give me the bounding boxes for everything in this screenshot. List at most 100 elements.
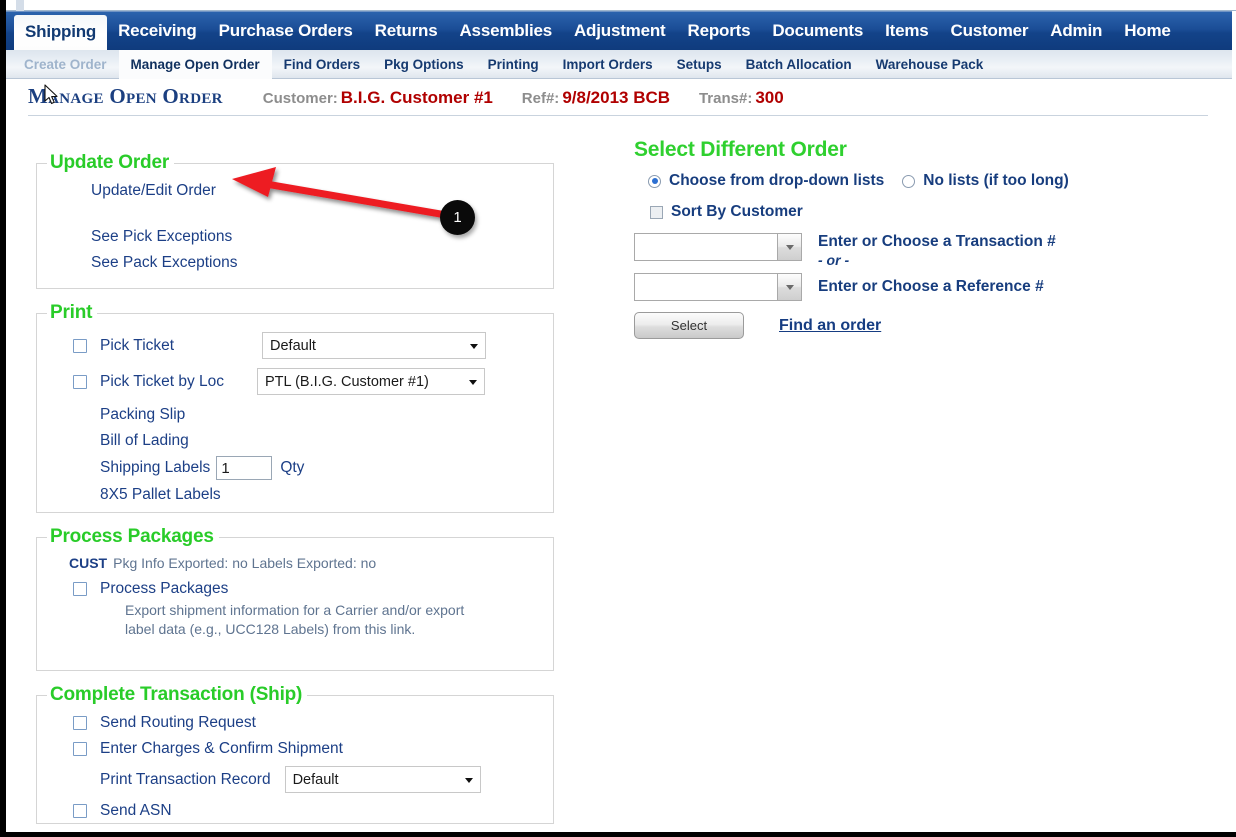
order-meta: Customer: B.I.G. Customer #1 Ref#: 9/8/201… bbox=[263, 88, 784, 108]
print-legend: Print bbox=[50, 302, 93, 323]
nav-item-shipping[interactable]: Shipping bbox=[14, 15, 108, 50]
sub-navigation: Create Order Manage Open Order Find Orde… bbox=[6, 49, 1232, 79]
trans-value: 300 bbox=[755, 88, 784, 107]
select-pick-ticket-loc-format[interactable]: PTL (B.I.G. Customer #1) bbox=[257, 368, 485, 395]
nav-item-admin[interactable]: Admin bbox=[1039, 15, 1113, 50]
label-or-separator: - or - bbox=[818, 252, 850, 268]
link-see-pick-exceptions[interactable]: See Pick Exceptions bbox=[91, 228, 543, 246]
label-process-packages[interactable]: Process Packages bbox=[100, 580, 228, 598]
input-shipping-labels-qty[interactable]: 1 bbox=[216, 456, 273, 480]
checkbox-send-asn[interactable] bbox=[73, 804, 87, 818]
checkbox-process-packages[interactable] bbox=[73, 582, 87, 596]
complete-transaction-legend: Complete Transaction (Ship) bbox=[50, 684, 303, 705]
chevron-down-icon bbox=[785, 284, 794, 290]
select-different-order-section: Select Different Order Choose from drop-… bbox=[634, 138, 1114, 339]
checkbox-sort-by-customer[interactable] bbox=[650, 205, 663, 219]
trans-label: Trans#: bbox=[698, 90, 753, 107]
nav-item-documents[interactable]: Documents bbox=[761, 15, 874, 50]
checkbox-send-routing-request[interactable] bbox=[73, 716, 87, 730]
nav-item-items[interactable]: Items bbox=[874, 15, 939, 50]
select-order-heading: Select Different Order bbox=[634, 138, 847, 161]
select-pick-ticket-format-value: Default bbox=[270, 337, 316, 354]
customer-value: B.I.G. Customer #1 bbox=[340, 88, 493, 107]
select-button[interactable]: Select bbox=[634, 312, 744, 339]
link-pallet-labels[interactable]: 8X5 Pallet Labels bbox=[100, 486, 543, 504]
link-update-edit-order[interactable]: Update/Edit Order bbox=[91, 182, 543, 200]
label-choose-from-dropdown[interactable]: Choose from drop-down lists bbox=[669, 172, 884, 190]
nav-item-reports[interactable]: Reports bbox=[677, 15, 762, 50]
window-left-edge bbox=[0, 0, 6, 837]
ref-value: 9/8/2013 BCB bbox=[562, 88, 671, 107]
link-shipping-labels[interactable]: Shipping Labels bbox=[100, 459, 210, 477]
nav-item-home[interactable]: Home bbox=[1113, 15, 1181, 50]
link-see-pack-exceptions[interactable]: See Pack Exceptions bbox=[91, 254, 543, 272]
checkbox-pick-ticket[interactable] bbox=[73, 338, 87, 353]
nav-item-adjustment[interactable]: Adjustment bbox=[563, 15, 677, 50]
browser-top-strip bbox=[6, 0, 1236, 11]
window-bottom-edge bbox=[0, 832, 1236, 837]
select-transaction-record-format[interactable]: Default bbox=[284, 766, 481, 793]
label-pick-ticket[interactable]: Pick Ticket bbox=[100, 337, 260, 355]
nav-item-assemblies[interactable]: Assemblies bbox=[448, 15, 563, 50]
chevron-down-icon bbox=[464, 777, 473, 783]
combo-transaction-dropdown-button[interactable] bbox=[777, 233, 802, 261]
complete-transaction-panel: Complete Transaction (Ship) Send Routing… bbox=[36, 684, 554, 824]
app-screen: Shipping Receiving Purchase Orders Retur… bbox=[0, 0, 1236, 837]
checkbox-enter-charges[interactable] bbox=[73, 742, 87, 756]
subnav-item-manage-open-order[interactable]: Manage Open Order bbox=[118, 49, 272, 79]
nav-item-returns[interactable]: Returns bbox=[364, 15, 449, 50]
input-reference-number[interactable] bbox=[634, 273, 777, 301]
chevron-down-icon bbox=[470, 343, 478, 349]
page-header: Manage Open Order Customer: B.I.G. Custom… bbox=[28, 84, 1208, 116]
update-order-panel: Update Order Update/Edit Order See Pick … bbox=[36, 152, 554, 289]
subnav-item-warehouse-pack[interactable]: Warehouse Pack bbox=[864, 50, 996, 79]
cust-tag: CUST bbox=[69, 555, 108, 571]
main-navigation: Shipping Receiving Purchase Orders Retur… bbox=[6, 11, 1232, 50]
subnav-item-find-orders[interactable]: Find Orders bbox=[272, 50, 373, 79]
combo-reference-dropdown-button[interactable] bbox=[777, 273, 802, 301]
annotation-badge-1: 1 bbox=[440, 200, 475, 235]
label-enter-transaction: Enter or Choose a Transaction # bbox=[818, 233, 1056, 250]
package-export-status: Pkg Info Exported: no Labels Exported: n… bbox=[113, 555, 377, 571]
label-pick-ticket-by-loc[interactable]: Pick Ticket by Loc bbox=[100, 373, 257, 391]
label-no-lists[interactable]: No lists (if too long) bbox=[923, 172, 1069, 190]
label-sort-by-customer[interactable]: Sort By Customer bbox=[671, 203, 803, 221]
chevron-down-icon bbox=[469, 379, 477, 385]
process-packages-panel: Process Packages CUST Pkg Info Exported:… bbox=[36, 526, 554, 671]
link-find-an-order[interactable]: Find an order bbox=[779, 317, 881, 335]
subnav-item-pkg-options[interactable]: Pkg Options bbox=[372, 50, 476, 79]
label-qty: Qty bbox=[280, 459, 305, 476]
subnav-item-setups[interactable]: Setups bbox=[665, 50, 734, 79]
nav-item-customer[interactable]: Customer bbox=[940, 15, 1040, 50]
nav-item-receiving[interactable]: Receiving bbox=[107, 15, 208, 50]
radio-choose-from-dropdown[interactable] bbox=[648, 174, 661, 188]
mouse-cursor-icon bbox=[44, 84, 58, 105]
select-transaction-record-format-value: Default bbox=[292, 771, 339, 788]
subnav-item-create-order[interactable]: Create Order bbox=[12, 50, 119, 79]
left-column: Update Order Update/Edit Order See Pick … bbox=[36, 152, 554, 837]
combo-transaction-number[interactable] bbox=[634, 233, 802, 261]
ref-label: Ref#: bbox=[521, 90, 560, 107]
process-packages-legend: Process Packages bbox=[50, 526, 214, 547]
customer-label: Customer: bbox=[262, 90, 338, 107]
select-pick-ticket-loc-format-value: PTL (B.I.G. Customer #1) bbox=[265, 373, 429, 390]
checkbox-pick-ticket-by-loc[interactable] bbox=[73, 374, 87, 389]
process-packages-description: Export shipment information for a Carrie… bbox=[125, 602, 465, 637]
nav-item-purchase-orders[interactable]: Purchase Orders bbox=[208, 15, 364, 50]
combo-reference-number[interactable] bbox=[634, 273, 802, 301]
select-pick-ticket-format[interactable]: Default bbox=[262, 332, 486, 359]
link-packing-slip[interactable]: Packing Slip bbox=[100, 406, 543, 424]
update-order-legend: Update Order bbox=[50, 152, 170, 173]
subnav-item-printing[interactable]: Printing bbox=[476, 50, 551, 79]
radio-no-lists[interactable] bbox=[902, 174, 916, 188]
label-enter-reference: Enter or Choose a Reference # bbox=[818, 278, 1044, 295]
input-transaction-number[interactable] bbox=[634, 233, 777, 261]
label-send-asn[interactable]: Send ASN bbox=[100, 802, 172, 820]
subnav-item-batch-allocation[interactable]: Batch Allocation bbox=[734, 50, 864, 79]
subnav-item-import-orders[interactable]: Import Orders bbox=[551, 50, 665, 79]
label-enter-charges[interactable]: Enter Charges & Confirm Shipment bbox=[100, 740, 343, 758]
label-send-routing-request[interactable]: Send Routing Request bbox=[100, 714, 256, 732]
link-bill-of-lading[interactable]: Bill of Lading bbox=[100, 432, 543, 450]
print-panel: Print Pick Ticket Default Pick Ticket by… bbox=[36, 302, 554, 513]
link-print-transaction-record[interactable]: Print Transaction Record bbox=[100, 771, 271, 789]
